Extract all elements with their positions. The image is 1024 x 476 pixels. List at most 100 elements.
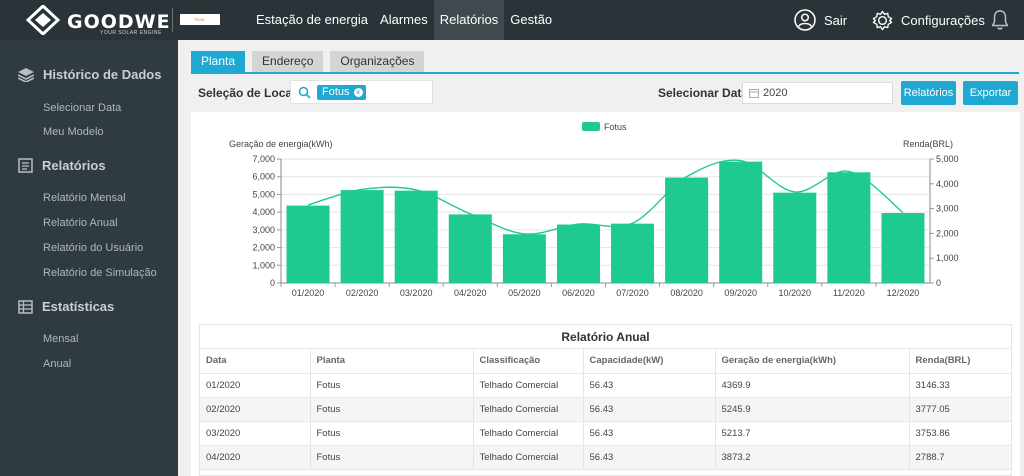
- table-row: 01/2020 Fotus Telhado Comercial 56.43 43…: [200, 373, 1011, 398]
- location-chip[interactable]: Fotus ×: [317, 85, 366, 100]
- x-tick-label: 05/2020: [508, 288, 541, 298]
- column-header[interactable]: Capacidade(kW): [583, 349, 716, 374]
- sidebar-section-label: Histórico de Dados: [43, 67, 162, 82]
- reports-button[interactable]: Relatórios: [901, 81, 956, 105]
- table-cell: 3146.33: [909, 373, 1011, 398]
- x-tick-label: 02/2020: [346, 288, 379, 298]
- bar: [556, 224, 600, 283]
- y-tick-label: 2,000: [252, 243, 275, 253]
- x-tick-label: 11/2020: [833, 288, 865, 298]
- bar: [665, 177, 709, 283]
- settings-label: Configurações: [901, 12, 985, 28]
- y-tick-label: 4,000: [252, 207, 275, 217]
- bar: [502, 234, 546, 283]
- locations-select[interactable]: Fotus ×: [290, 80, 433, 104]
- table-cell: 4369.9: [715, 373, 910, 398]
- bar: [286, 205, 330, 283]
- sidebar-item-selecionar-data[interactable]: Selecionar Data: [43, 102, 121, 114]
- y-tick-label: 7,000: [252, 154, 275, 164]
- nav-estacao[interactable]: Estação de energia: [250, 0, 374, 40]
- table-cell: 56.43: [583, 373, 716, 398]
- x-tick-label: 12/2020: [887, 288, 920, 298]
- sidebar-section-estatisticas[interactable]: Estatísticas: [18, 299, 114, 314]
- nav-gestao[interactable]: Gestão: [504, 0, 558, 40]
- document-icon: [18, 158, 33, 173]
- sidebar-item-relatorio-anual[interactable]: Relatório Anual: [43, 217, 118, 229]
- column-header[interactable]: Renda(BRL): [909, 349, 1011, 374]
- notifications-button[interactable]: [990, 0, 1018, 40]
- location-chip-label: Fotus: [322, 86, 350, 98]
- logout-label: Sair: [824, 12, 848, 28]
- table-cell: Fotus: [310, 445, 474, 470]
- sidebar-item-meu-modelo[interactable]: Meu Modelo: [43, 126, 104, 138]
- x-tick-label: 09/2020: [724, 288, 757, 298]
- sidebar-item-relatorio-usuario[interactable]: Relatório do Usuário: [43, 242, 143, 254]
- table-row: 02/2020 Fotus Telhado Comercial 56.43 52…: [200, 397, 1011, 422]
- calendar-icon: [749, 89, 759, 98]
- sidebar-section-label: Estatísticas: [42, 299, 115, 314]
- legend-swatch: [582, 122, 600, 131]
- column-header[interactable]: Data: [200, 349, 311, 374]
- y-tick-label: 3,000: [252, 225, 275, 235]
- x-tick-label: 03/2020: [400, 288, 433, 298]
- y-right-tick-label: 3,000: [936, 204, 959, 214]
- column-header[interactable]: Planta: [310, 349, 474, 374]
- column-header[interactable]: Classificação: [473, 349, 584, 374]
- y-right-tick-label: 1,000: [936, 253, 959, 263]
- table-cell: Telhado Comercial: [473, 373, 584, 398]
- y-axis-title: Geração de energia(kWh): [229, 139, 333, 149]
- x-tick-label: 07/2020: [616, 288, 649, 298]
- chip-remove-icon[interactable]: ×: [353, 88, 363, 97]
- table-cell: Fotus: [310, 373, 474, 398]
- sidebar-item-relatorio-mensal[interactable]: Relatório Mensal: [43, 192, 126, 204]
- table-cell: 56.43: [583, 421, 716, 446]
- table-cell: 04/2020: [200, 445, 311, 470]
- date-label: Selecionar Data: [658, 86, 749, 100]
- nav-alarmes[interactable]: Alarmes: [374, 0, 434, 40]
- top-bar: GOODWE YOUR SOLAR ENGINE TEXA Estação de…: [0, 0, 1024, 40]
- report-table: Data Planta Classificação Capacidade(kW)…: [200, 349, 1011, 470]
- nav-relatorios[interactable]: Relatórios: [433, 0, 505, 40]
- sidebar-section-relatorios[interactable]: Relatórios: [18, 158, 106, 173]
- sidebar-section-label: Relatórios: [42, 158, 106, 173]
- sidebar-item-mensal[interactable]: Mensal: [43, 333, 78, 345]
- y-right-tick-label: 4,000: [936, 179, 959, 189]
- sidebar-section-historico[interactable]: Histórico de Dados: [18, 67, 161, 82]
- tab-planta[interactable]: Planta: [191, 51, 246, 72]
- user-icon: [794, 9, 816, 31]
- table-cell: 3873.2: [715, 445, 910, 470]
- table-icon: [18, 299, 33, 314]
- y-right-tick-label: 2,000: [936, 228, 959, 238]
- bar: [611, 223, 655, 283]
- search-icon: [298, 86, 311, 99]
- logout-button[interactable]: Sair: [794, 0, 847, 40]
- column-header[interactable]: Geração de energia(kWh): [715, 349, 910, 374]
- x-tick-label: 06/2020: [562, 288, 595, 298]
- gear-icon: [872, 10, 893, 30]
- bar: [340, 190, 384, 283]
- tab-endereco[interactable]: Endereço: [252, 51, 324, 72]
- bar: [827, 172, 871, 283]
- tab-organizacoes[interactable]: Organizações: [330, 51, 425, 72]
- bar: [881, 213, 925, 283]
- table-header-row: Data Planta Classificação Capacidade(kW)…: [200, 349, 1011, 374]
- bar: [394, 190, 438, 283]
- layers-icon: [18, 67, 34, 82]
- table-cell: Fotus: [310, 397, 474, 422]
- sidebar-item-relatorio-simulacao[interactable]: Relatório de Simulação: [43, 267, 157, 279]
- header-divider: [172, 8, 173, 32]
- y-right-tick-label: 5,000: [936, 154, 959, 164]
- table-cell: 3777.05: [909, 397, 1011, 422]
- x-tick-label: 08/2020: [670, 288, 703, 298]
- bar: [719, 161, 763, 283]
- partner-logo: TEXA: [180, 14, 220, 25]
- table-cell: 56.43: [583, 397, 716, 422]
- sidebar-item-anual[interactable]: Anual: [43, 358, 71, 370]
- settings-button[interactable]: Configurações: [872, 0, 985, 40]
- bar: [448, 214, 492, 283]
- table-cell: 01/2020: [200, 373, 311, 398]
- export-button[interactable]: Exportar: [963, 81, 1018, 105]
- date-input[interactable]: 2020: [742, 82, 893, 104]
- energy-chart: 0 1,000 2,000 3,000 4,000 5,000 6,000 7,000 0 1,0…: [229, 122, 959, 298]
- x-tick-label: 04/2020: [454, 288, 487, 298]
